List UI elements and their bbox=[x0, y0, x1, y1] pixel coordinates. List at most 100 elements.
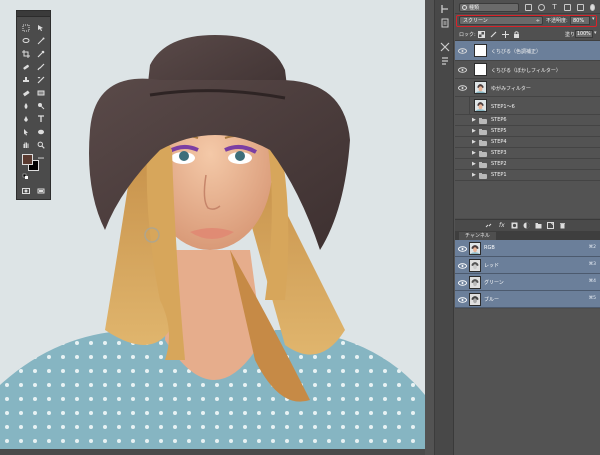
filter-type-icon[interactable]: T bbox=[551, 4, 558, 11]
new-layer-icon[interactable] bbox=[547, 222, 554, 229]
group-row[interactable]: ▶ STEP2 bbox=[455, 159, 600, 170]
expand-arrow-icon[interactable]: ▶ bbox=[472, 172, 476, 178]
fill-field[interactable]: 100% bbox=[575, 30, 593, 38]
layer-row[interactable]: STEP1〜6 bbox=[455, 97, 600, 115]
channel-row[interactable]: レッド ⌘3 bbox=[455, 257, 600, 274]
history-brush-icon[interactable] bbox=[36, 75, 46, 85]
blend-mode-select[interactable]: スクリーン ÷ bbox=[459, 16, 543, 25]
hand-tool-icon[interactable] bbox=[21, 140, 31, 150]
layer-row[interactable]: くちびる（ぼかしフィルター） bbox=[455, 61, 600, 79]
lock-image-icon[interactable] bbox=[490, 31, 497, 38]
folder-icon bbox=[479, 151, 487, 157]
expand-arrow-icon[interactable]: ▶ bbox=[472, 117, 476, 123]
type-tool-icon[interactable] bbox=[36, 114, 46, 124]
layer-name: ゆがみフィルター bbox=[491, 86, 531, 92]
opacity-slider-arrow-icon[interactable]: ▾ bbox=[592, 16, 595, 22]
layer-filter-bar: 種類 T bbox=[455, 0, 600, 14]
channel-row[interactable]: ブルー ⌘5 bbox=[455, 291, 600, 308]
expand-arrow-icon[interactable]: ▶ bbox=[472, 139, 476, 145]
eye-icon[interactable] bbox=[458, 48, 467, 54]
filter-toggle-icon[interactable] bbox=[590, 4, 595, 11]
expand-arrow-icon[interactable]: ▶ bbox=[472, 161, 476, 167]
eye-icon[interactable] bbox=[458, 280, 467, 286]
blur-icon[interactable] bbox=[21, 101, 31, 111]
group-name: STEP3 bbox=[491, 150, 507, 156]
clone-stamp-icon[interactable] bbox=[21, 75, 31, 85]
add-mask-icon[interactable] bbox=[511, 222, 518, 229]
layer-thumbnail bbox=[474, 99, 487, 112]
tab-channels[interactable]: チャンネル bbox=[459, 232, 496, 240]
link-layers-icon[interactable] bbox=[485, 222, 492, 229]
trash-icon[interactable] bbox=[559, 222, 566, 229]
document-canvas[interactable] bbox=[0, 0, 425, 455]
filter-shape-icon[interactable] bbox=[564, 4, 571, 11]
dodge-icon[interactable] bbox=[36, 101, 46, 111]
filter-adjustment-icon[interactable] bbox=[538, 4, 545, 11]
history-icon[interactable] bbox=[440, 4, 450, 14]
magic-wand-icon[interactable] bbox=[36, 36, 46, 46]
channel-shortcut: ⌘3 bbox=[588, 262, 596, 267]
lasso-icon[interactable] bbox=[21, 36, 31, 46]
expand-arrow-icon[interactable]: ▶ bbox=[472, 150, 476, 156]
tools-panel bbox=[16, 10, 51, 200]
new-group-icon[interactable] bbox=[535, 222, 542, 229]
eyedropper-icon[interactable] bbox=[36, 49, 46, 59]
group-row[interactable]: ▶ STEP1 bbox=[455, 170, 600, 181]
canvas-scroll-edge bbox=[0, 449, 425, 455]
eye-icon[interactable] bbox=[458, 263, 467, 269]
layer-thumbnail bbox=[474, 81, 487, 94]
tool-presets-icon[interactable] bbox=[440, 42, 450, 52]
eye-icon[interactable] bbox=[458, 85, 467, 91]
quick-mask-icon[interactable] bbox=[21, 186, 31, 196]
layer-kind-filter[interactable]: 種類 bbox=[459, 3, 519, 12]
channel-thumbnail bbox=[469, 293, 481, 306]
foreground-color-swatch[interactable] bbox=[22, 154, 33, 165]
crop-icon[interactable] bbox=[21, 49, 31, 59]
eye-icon[interactable] bbox=[458, 246, 467, 252]
path-selection-icon[interactable] bbox=[21, 127, 31, 137]
group-row[interactable]: ▶ STEP3 bbox=[455, 148, 600, 159]
filter-smart-object-icon[interactable] bbox=[577, 4, 584, 11]
lock-position-icon[interactable] bbox=[502, 31, 509, 38]
adjustment-layer-icon[interactable] bbox=[523, 222, 530, 229]
filter-pixel-icon[interactable] bbox=[525, 4, 532, 11]
layer-list: くちびる（色調補正） くちびる（ぼかしフィルター） ゆがみフィルター STEP1… bbox=[455, 41, 600, 218]
expand-arrow-icon[interactable]: ▶ bbox=[472, 128, 476, 134]
lock-transparent-icon[interactable] bbox=[478, 31, 485, 38]
opacity-field[interactable]: 80% bbox=[570, 16, 590, 25]
lock-all-icon[interactable] bbox=[513, 31, 520, 38]
zoom-tool-icon[interactable] bbox=[36, 140, 46, 150]
layer-row[interactable]: ゆがみフィルター bbox=[455, 79, 600, 97]
healing-brush-icon[interactable] bbox=[21, 62, 31, 72]
tools-panel-grip[interactable] bbox=[17, 11, 50, 17]
rect-marquee-icon[interactable] bbox=[21, 23, 31, 33]
paragraph-icon[interactable] bbox=[440, 56, 450, 66]
visibility-divider bbox=[469, 97, 470, 115]
group-row[interactable]: ▶ STEP4 bbox=[455, 137, 600, 148]
opacity-label: 不透明度: bbox=[546, 18, 568, 24]
channel-row[interactable]: RGB ⌘2 bbox=[455, 240, 600, 257]
move-tool-icon[interactable] bbox=[36, 23, 46, 33]
fill-slider-arrow-icon[interactable]: ▾ bbox=[594, 30, 597, 36]
group-row[interactable]: ▶ STEP5 bbox=[455, 126, 600, 137]
properties-icon[interactable] bbox=[440, 18, 450, 28]
default-colors-icon[interactable] bbox=[21, 172, 31, 182]
folder-icon bbox=[479, 118, 487, 124]
pen-icon[interactable] bbox=[21, 114, 31, 124]
gradient-icon[interactable] bbox=[36, 88, 46, 98]
channel-row[interactable]: グリーン ⌘4 bbox=[455, 274, 600, 291]
eye-icon[interactable] bbox=[458, 67, 467, 73]
screen-mode-icon[interactable] bbox=[36, 186, 46, 196]
eye-icon[interactable] bbox=[458, 297, 467, 303]
channel-thumbnail bbox=[469, 242, 481, 255]
eraser-icon[interactable] bbox=[21, 88, 31, 98]
fx-icon[interactable]: fx bbox=[499, 222, 506, 229]
layer-thumbnail bbox=[474, 44, 487, 57]
channel-name: ブルー bbox=[484, 297, 500, 303]
chevron-down-icon: ÷ bbox=[535, 18, 540, 24]
ellipse-shape-icon[interactable] bbox=[36, 127, 46, 137]
group-row[interactable]: ▶ STEP6 bbox=[455, 115, 600, 126]
brush-icon[interactable] bbox=[36, 62, 46, 72]
layers-panel: 種類 T スクリーン ÷ 不透明度: 80% ▾ ロック: 塗り: 100% ▾… bbox=[455, 0, 600, 455]
layer-row[interactable]: くちびる（色調補正） bbox=[455, 41, 600, 61]
